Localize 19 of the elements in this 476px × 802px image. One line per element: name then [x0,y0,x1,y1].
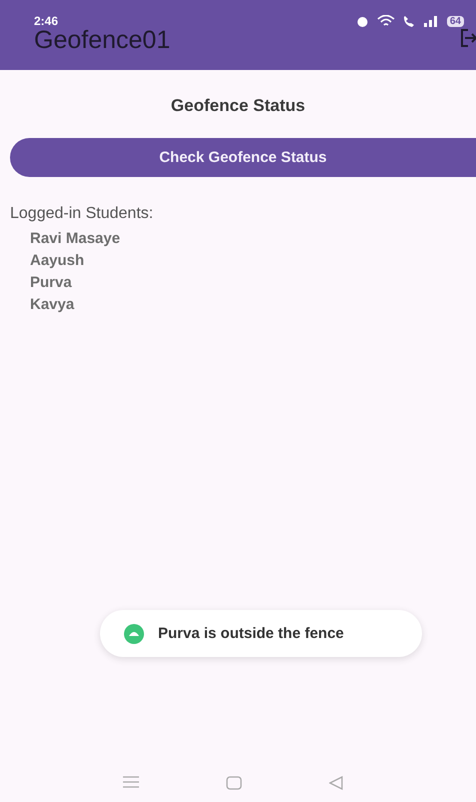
student-name: Ravi Masaye [30,230,120,247]
battery-level: 64 [446,16,464,26]
app-title: Geofence01 [34,26,170,55]
back-icon[interactable] [328,776,343,790]
student-name: Purva [30,274,72,291]
wifi-icon [376,14,395,28]
page-heading: Geofence Status [170,96,306,116]
student-name: Kavya [30,296,74,313]
logout-icon[interactable] [460,28,476,48]
menu-icon[interactable] [123,776,140,788]
app-icon [124,624,144,644]
signal-icon [422,15,439,27]
check-status-button[interactable]: Check Geofence Status [10,138,476,177]
students-label: Logged-in Students: [10,205,154,223]
student-name: Aayush [30,252,84,269]
status-time: 2:46 [34,14,58,28]
home-icon[interactable] [226,776,242,790]
phone-icon [402,15,415,27]
toast-message: Purva is outside the fence [158,625,344,642]
